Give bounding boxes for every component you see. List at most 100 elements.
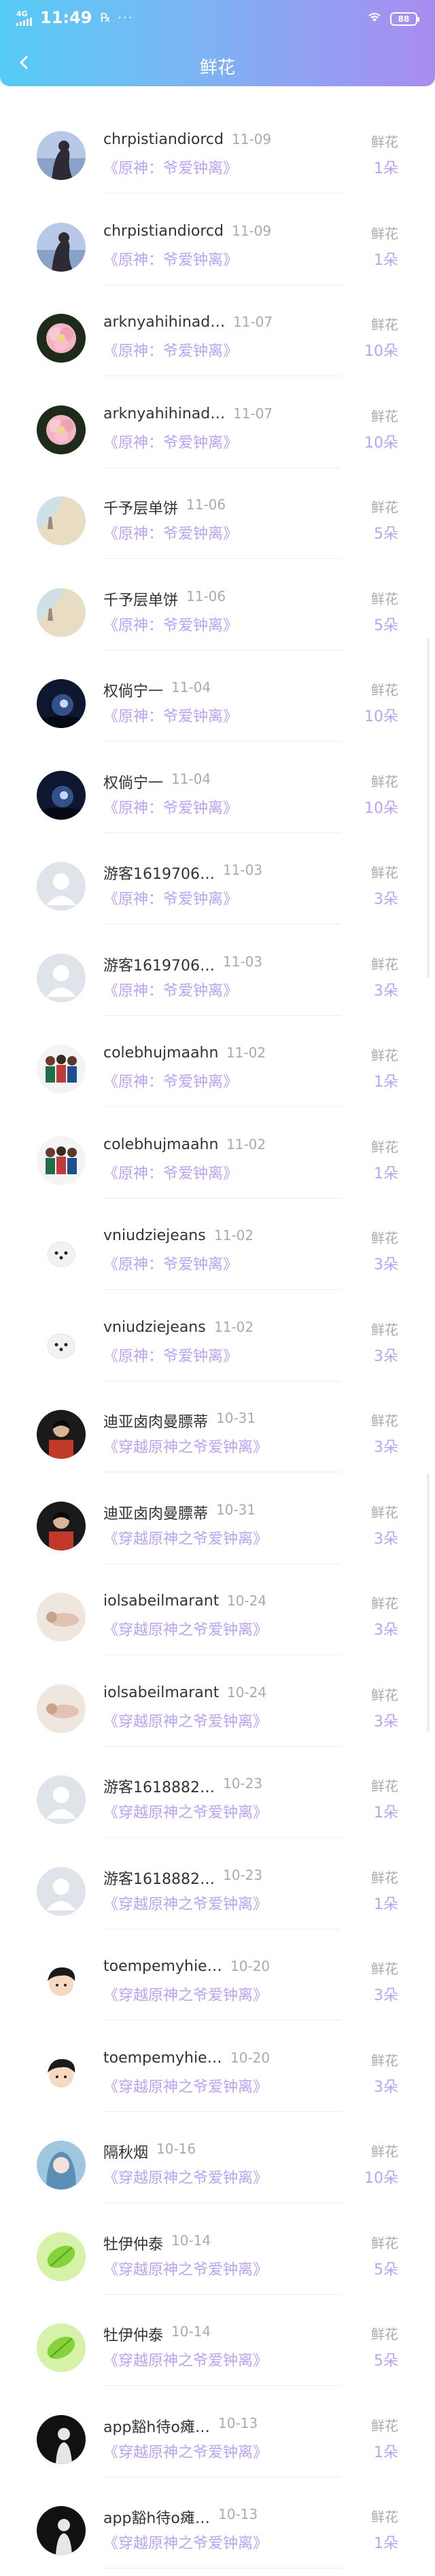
list-item[interactable]: toempemyhie… 10-20 《穿越原神之爷爱钟离》 鲜花 3朵 xyxy=(0,2027,435,2119)
book-title[interactable]: 《穿越原神之爷爱钟离》 xyxy=(103,1527,268,1548)
gift-count: 1朵 xyxy=(374,1895,398,1913)
book-title[interactable]: 《原神：爷爱钟离》 xyxy=(103,796,238,818)
book-title[interactable]: 《穿越原神之爷爱钟离》 xyxy=(103,2531,268,2553)
avatar[interactable] xyxy=(37,222,86,272)
avatar[interactable] xyxy=(37,2049,86,2099)
avatar[interactable] xyxy=(37,2323,86,2372)
user-name: 牡伊仲泰 xyxy=(103,2236,164,2253)
avatar[interactable] xyxy=(37,2141,86,2190)
avatar[interactable] xyxy=(37,587,86,637)
list-item[interactable]: 千予层单饼 11-06 《原神：爷爱钟离》 鲜花 5朵 xyxy=(0,566,435,657)
book-title[interactable]: 《原神：爷爱钟离》 xyxy=(103,979,238,1000)
list-item[interactable]: 迪亚卤肉曼膘蒂 10-31 《穿越原神之爷爱钟离》 鲜花 3朵 xyxy=(0,1479,435,1571)
avatar[interactable] xyxy=(37,1227,86,1276)
book-title[interactable]: 《原神：爷爱钟离》 xyxy=(103,339,238,361)
book-title[interactable]: 《穿越原神之爷爱钟离》 xyxy=(103,1618,268,1639)
list-item[interactable]: vniudziejeans 11-02 《原神：爷爱钟离》 鲜花 3朵 xyxy=(0,1296,435,1388)
avatar[interactable] xyxy=(37,1684,86,1733)
avatar[interactable] xyxy=(37,1045,86,1093)
book-title[interactable]: 《原神：爷爱钟离》 xyxy=(103,1070,238,1091)
avatar[interactable] xyxy=(37,314,86,363)
gift-type: 鲜花 xyxy=(371,1504,398,1521)
book-title[interactable]: 《原神：爷爱钟离》 xyxy=(103,522,238,543)
avatar[interactable] xyxy=(37,1958,86,2007)
list-item[interactable]: 隔秋烟 10-16 《穿越原神之爷爱钟离》 鲜花 10朵 xyxy=(0,2118,435,2210)
list-item[interactable]: app豁h待o瘫… 10-13 《穿越原神之爷爱钟离》 鲜花 1朵 xyxy=(0,2393,435,2484)
list-item[interactable]: 千予层单饼 11-06 《原神：爷爱钟离》 鲜花 5朵 xyxy=(0,474,435,566)
avatar[interactable] xyxy=(37,1501,86,1550)
user-name: 权倘宁一 xyxy=(103,683,164,700)
list-item[interactable]: chrpistiandiorcd 11-09 《原神：爷爱钟离》 鲜花 1朵 xyxy=(0,200,435,292)
book-title[interactable]: 《原神：爷爱钟离》 xyxy=(103,1252,238,1274)
list-item[interactable]: app豁h待o瘫… 10-13 《穿越原神之爷爱钟离》 鲜花 1朵 xyxy=(0,2484,435,2575)
user-name: iolsabeilmarant xyxy=(103,1593,220,1610)
book-title[interactable]: 《原神：爷爱钟离》 xyxy=(103,156,238,178)
list-item[interactable]: toempemyhie… 10-20 《穿越原神之爷爱钟离》 鲜花 3朵 xyxy=(0,1936,435,2027)
avatar[interactable] xyxy=(37,679,86,728)
book-title[interactable]: 《原神：爷爱钟离》 xyxy=(103,248,238,270)
gift-type: 鲜花 xyxy=(371,682,398,698)
book-title[interactable]: 《穿越原神之爷爱钟离》 xyxy=(103,2440,268,2462)
list-item[interactable]: arknyahihinad… 11-07 《原神：爷爱钟离》 鲜花 10朵 xyxy=(0,291,435,383)
avatar[interactable] xyxy=(37,2232,86,2281)
avatar[interactable] xyxy=(37,131,86,180)
user-name: chrpistiandiorcd xyxy=(103,131,224,148)
list-item[interactable]: 游客1618882… 10-23 《穿越原神之爷爱钟离》 鲜花 1朵 xyxy=(0,1753,435,1845)
avatar[interactable] xyxy=(37,1775,86,1824)
book-title[interactable]: 《穿越原神之爷爱钟离》 xyxy=(103,2257,268,2279)
list-item[interactable]: 牡伊仲泰 10-14 《穿越原神之爷爱钟离》 鲜花 5朵 xyxy=(0,2301,435,2393)
book-title[interactable]: 《穿越原神之爷爱钟离》 xyxy=(103,2348,268,2370)
user-name: colebhujmaahn xyxy=(103,1045,219,1062)
user-name: 牡伊仲泰 xyxy=(103,2327,164,2344)
divider xyxy=(103,1289,341,1290)
list-item[interactable]: 游客1619706… 11-03 《原神：爷爱钟离》 鲜花 3朵 xyxy=(0,839,435,931)
book-title[interactable]: 《穿越原神之爷爱钟离》 xyxy=(103,1709,268,1731)
avatar[interactable] xyxy=(37,496,86,545)
list-item[interactable]: arknyahihinad… 11-07 《原神：爷爱钟离》 鲜花 10朵 xyxy=(0,383,435,475)
gift-date: 10-14 xyxy=(171,2232,211,2249)
scrollbar-track[interactable] xyxy=(427,638,430,978)
list-item[interactable]: colebhujmaahn 11-02 《原神：爷爱钟离》 鲜花 1朵 xyxy=(0,1022,435,1114)
list-item[interactable]: 权倘宁一 11-04 《原神：爷爱钟离》 鲜花 10朵 xyxy=(0,657,435,748)
book-title[interactable]: 《穿越原神之爷爱钟离》 xyxy=(103,1892,268,1914)
avatar[interactable] xyxy=(37,1410,86,1459)
list-item[interactable]: 迪亚卤肉曼膘蒂 10-31 《穿越原神之爷爱钟离》 鲜花 3朵 xyxy=(0,1387,435,1479)
gift-date: 11-06 xyxy=(186,587,226,604)
book-title[interactable]: 《穿越原神之爷爱钟离》 xyxy=(103,1800,268,1822)
divider xyxy=(103,741,341,742)
avatar[interactable] xyxy=(37,1866,86,1916)
book-title[interactable]: 《穿越原神之爷爱钟离》 xyxy=(103,1435,268,1457)
list-item[interactable]: iolsabeilmarant 10-24 《穿越原神之爷爱钟离》 鲜花 3朵 xyxy=(0,1662,435,1754)
avatar[interactable] xyxy=(37,2414,86,2464)
list-item[interactable]: 牡伊仲泰 10-14 《穿越原神之爷爱钟离》 鲜花 5朵 xyxy=(0,2210,435,2302)
avatar[interactable] xyxy=(37,2506,86,2555)
scrollbar-track-lower[interactable] xyxy=(427,1474,430,1732)
avatar[interactable] xyxy=(37,1318,86,1368)
book-title[interactable]: 《原神：爷爱钟离》 xyxy=(103,1161,238,1183)
gift-date: 11-02 xyxy=(226,1045,266,1061)
book-title[interactable]: 《原神：爷爱钟离》 xyxy=(103,887,238,909)
avatar[interactable] xyxy=(37,770,86,820)
user-name: 游客1618882… xyxy=(103,1870,215,1888)
book-title[interactable]: 《原神：爷爱钟离》 xyxy=(103,613,238,635)
avatar[interactable] xyxy=(37,953,86,1002)
list-item[interactable]: vniudziejeans 11-02 《原神：爷爱钟离》 鲜花 3朵 xyxy=(0,1205,435,1296)
book-title[interactable]: 《穿越原神之爷爱钟离》 xyxy=(103,2075,268,2097)
divider xyxy=(103,2476,341,2478)
list-item[interactable]: iolsabeilmarant 10-24 《穿越原神之爷爱钟离》 鲜花 3朵 xyxy=(0,1570,435,1662)
avatar[interactable] xyxy=(37,405,86,454)
user-name: 游客1619706… xyxy=(103,957,215,975)
book-title[interactable]: 《原神：爷爱钟离》 xyxy=(103,431,238,452)
avatar[interactable] xyxy=(37,1593,86,1641)
list-item[interactable]: 游客1619706… 11-03 《原神：爷爱钟离》 鲜花 3朵 xyxy=(0,931,435,1023)
avatar[interactable] xyxy=(37,862,86,911)
list-item[interactable]: 权倘宁一 11-04 《原神：爷爱钟离》 鲜花 10朵 xyxy=(0,748,435,840)
avatar[interactable] xyxy=(37,1136,86,1185)
book-title[interactable]: 《原神：爷爱钟离》 xyxy=(103,704,238,726)
book-title[interactable]: 《原神：爷爱钟离》 xyxy=(103,1344,238,1366)
list-item[interactable]: colebhujmaahn 11-02 《原神：爷爱钟离》 鲜花 1朵 xyxy=(0,1114,435,1205)
list-item[interactable]: chrpistiandiorcd 11-09 《原神：爷爱钟离》 鲜花 1朵 xyxy=(0,109,435,200)
book-title[interactable]: 《穿越原神之爷爱钟离》 xyxy=(103,1983,268,2005)
book-title[interactable]: 《穿越原神之爷爱钟离》 xyxy=(103,2166,268,2188)
list-item[interactable]: 游客1618882… 10-23 《穿越原神之爷爱钟离》 鲜花 1朵 xyxy=(0,1845,435,1936)
